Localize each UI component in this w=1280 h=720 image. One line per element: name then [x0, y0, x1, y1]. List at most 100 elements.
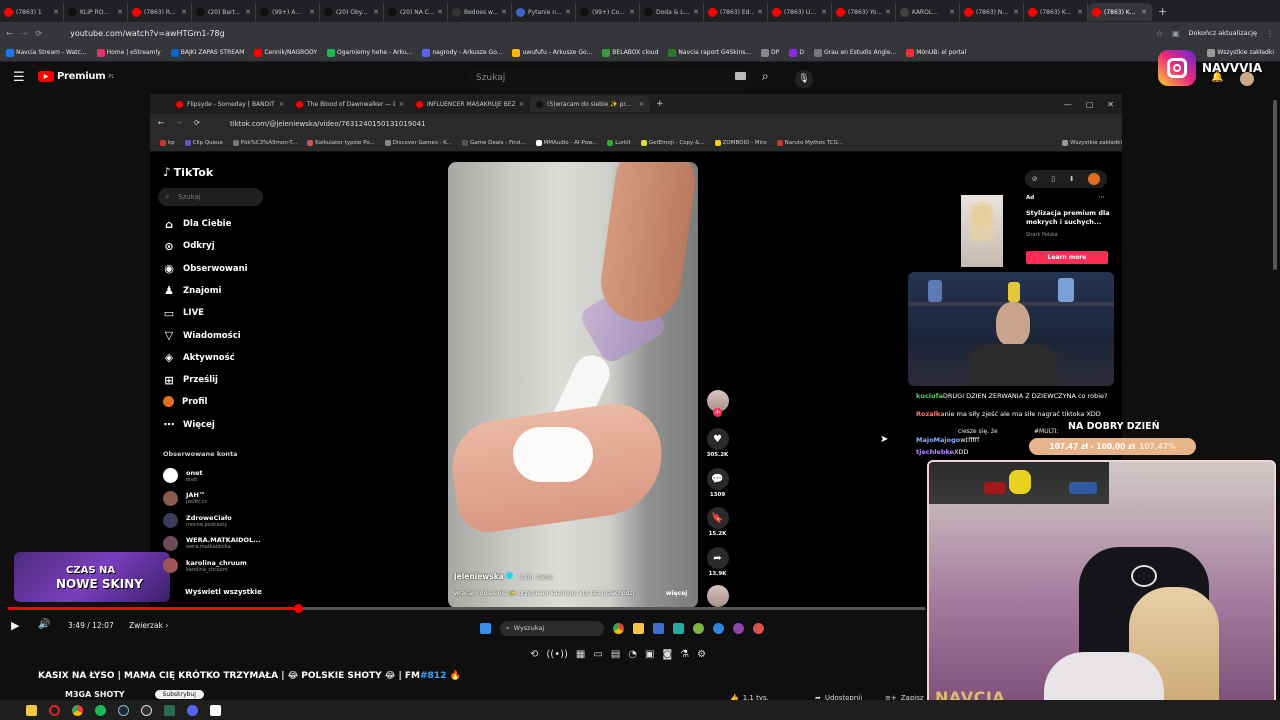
discord-icon[interactable] — [187, 704, 198, 716]
inner-bookmark-item[interactable]: Naruto Mythos TCG... — [776, 139, 843, 146]
reload-icon[interactable]: ⟳ — [35, 29, 42, 38]
close-window-icon[interactable]: ✕ — [1107, 100, 1114, 109]
app-icon[interactable] — [733, 622, 744, 634]
inner-browser-tab[interactable]: INFLUENCER MASAKRUJE BEZP ✕ — [410, 96, 530, 112]
channel-name[interactable]: M3GA SHOTY — [65, 690, 125, 699]
share-button[interactable]: ➦ 13.9K — [705, 547, 730, 577]
windows-start-icon[interactable] — [480, 622, 491, 634]
browser-tab[interactable]: (7863) 1 ✕ — [0, 3, 64, 21]
notifications-icon[interactable]: 🔔 — [1211, 72, 1223, 83]
browser-tab[interactable]: (20) NA C... ✕ — [384, 3, 448, 21]
close-tab-icon[interactable]: ✕ — [519, 101, 524, 108]
phone-icon[interactable]: ▯ — [1051, 175, 1055, 183]
play-icon[interactable]: ▶ — [11, 619, 19, 632]
menu-icon[interactable]: ⋮ — [1266, 29, 1274, 38]
bookmark-item[interactable]: Navcia Stream - Watc... — [6, 48, 87, 57]
star-icon[interactable]: ☆ — [1156, 29, 1163, 38]
volume-icon[interactable]: 🔊 — [38, 619, 50, 630]
spotify-icon[interactable] — [95, 704, 106, 716]
close-tab-icon[interactable]: ✕ — [629, 8, 635, 16]
tiktok-nav-item[interactable]: ▽ Wiadomości — [163, 329, 241, 342]
app-icon[interactable] — [164, 704, 175, 716]
close-tab-icon[interactable]: ✕ — [53, 8, 59, 16]
tiktok-search-input[interactable]: ⌕ Szukaj — [158, 188, 263, 206]
minimize-icon[interactable]: — — [1064, 100, 1072, 109]
broadcast-icon[interactable]: ((•)) — [546, 649, 568, 660]
bookmark-item[interactable]: Navcia raport G4Skins... — [668, 48, 751, 57]
chrome-icon[interactable] — [613, 622, 624, 634]
close-tab-icon[interactable]: ✕ — [565, 8, 571, 16]
inner-bookmark-item[interactable]: GetEmoji - Copy &... — [640, 139, 705, 146]
browser-tab[interactable]: (7863) K... ✕ — [1024, 3, 1088, 21]
inner-bookmark-item[interactable]: Kalkulator typów Po... — [307, 139, 375, 146]
opera-icon[interactable] — [49, 704, 60, 716]
close-tab-icon[interactable]: ✕ — [279, 101, 284, 108]
inner-bookmark-item[interactable]: kp — [160, 139, 175, 146]
close-tab-icon[interactable]: ✕ — [399, 101, 404, 108]
ad-learn-more-button[interactable]: Learn more — [1026, 251, 1108, 264]
gauge-icon[interactable]: ◔ — [628, 649, 637, 660]
tiktok-nav-item[interactable]: ♟ Znajomi — [163, 284, 221, 297]
app-icon[interactable] — [753, 622, 764, 634]
folder-icon[interactable] — [633, 622, 644, 634]
inner-reload-icon[interactable]: ⟳ — [194, 119, 200, 127]
search-icon[interactable]: ⌕ — [762, 69, 769, 84]
close-tab-icon[interactable]: ✕ — [821, 8, 827, 16]
capcut-icon[interactable] — [210, 704, 221, 716]
tiktok-nav-item[interactable]: ◈ Aktywność — [163, 351, 235, 364]
bookmark-item[interactable]: DP — [761, 48, 779, 57]
bookmark-item[interactable]: uwufufu - Arkusze Go... — [512, 48, 592, 57]
close-tab-icon[interactable]: ✕ — [757, 8, 763, 16]
inner-bookmark-item[interactable]: Wszystkie zakładki — [1062, 139, 1122, 146]
chrome-icon[interactable] — [72, 704, 83, 716]
browser-tab[interactable]: KAROL... ✕ — [896, 3, 960, 21]
hamburger-icon[interactable]: ☰ — [13, 70, 25, 85]
bookmark-item[interactable]: BAJKI ZAPAS STREAM — [170, 48, 244, 57]
like-button[interactable]: ♥ 305.2K — [705, 428, 730, 458]
youtube-search-input[interactable]: Szukaj — [468, 69, 753, 89]
browser-tab[interactable]: Bedoes w... ✕ — [448, 3, 512, 21]
browser-tab[interactable]: (7863) Yo... ✕ — [832, 3, 896, 21]
inner-bookmark-item[interactable]: Clip Queue — [184, 139, 223, 146]
flask-icon[interactable]: ⚗ — [680, 649, 689, 660]
keyboard-icon[interactable] — [735, 72, 746, 80]
close-tab-icon[interactable]: ✕ — [117, 8, 123, 16]
url-field[interactable]: youtube.com/watch?v=awHTGm1-78g — [70, 29, 225, 38]
bookmark-item[interactable]: Grau en Estudis Angle... — [813, 48, 896, 57]
film-icon[interactable]: ▦ — [576, 649, 585, 660]
tiktok-nav-item[interactable]: Profil — [163, 396, 207, 408]
browser-tab[interactable]: (7863) Ed... ✕ — [704, 3, 768, 21]
circle-icon[interactable]: ⊘ — [1032, 175, 1038, 183]
tiktok-nav-item[interactable]: ⋯ Więcej — [163, 418, 215, 431]
close-tab-icon[interactable]: ✕ — [309, 8, 315, 16]
app-icon[interactable] — [713, 622, 724, 634]
inner-bookmark-item[interactable]: ZOMBOID - Miro — [714, 139, 767, 146]
tiktok-video[interactable]: jeleniewska · 1 dn. temu wracam do siebi… — [448, 162, 698, 608]
followed-account[interactable]: onet onet — [163, 468, 203, 483]
bookmark-item[interactable]: D — [789, 48, 804, 57]
inner-browser-tab[interactable]: The Blood of Dawnwalker — D ✕ — [290, 96, 410, 112]
close-tab-icon[interactable]: ✕ — [1013, 8, 1019, 16]
followed-account[interactable]: WERA.MATKAIDOL... wera.matkaidolka — [163, 535, 261, 551]
followed-account[interactable]: karolina_chruum karolina_chruum — [163, 558, 247, 573]
browser-tab[interactable]: KLIP RO... ✕ — [64, 3, 128, 21]
follow-plus-icon[interactable]: + — [713, 408, 722, 417]
close-tab-icon[interactable]: ✕ — [373, 8, 379, 16]
more-link[interactable]: więcej — [666, 590, 687, 597]
close-tab-icon[interactable]: ✕ — [1141, 8, 1147, 16]
inner-bookmark-item[interactable]: Game Deals - Find... — [462, 139, 526, 146]
tiktok-nav-item[interactable]: ⌂ Dla Ciebie — [163, 218, 231, 231]
gear-icon[interactable]: ⚙ — [697, 649, 706, 660]
browser-tab[interactable]: (7863) R... ✕ — [128, 3, 192, 21]
bookmark-item[interactable]: MónUB: el portal — [906, 48, 966, 57]
browser-tab[interactable]: (7863) U... ✕ — [768, 3, 832, 21]
bookmark-item[interactable]: nagrody - Arkusze Go... — [422, 48, 502, 57]
browser-tab[interactable]: (7863) N... ✕ — [960, 3, 1024, 21]
update-button[interactable]: Dokończ aktualizację — [1189, 29, 1257, 37]
new-tab-icon[interactable]: + — [656, 99, 664, 109]
forward-icon[interactable]: → — [21, 29, 28, 38]
screen-icon[interactable]: ▭ — [593, 649, 602, 660]
close-tab-icon[interactable]: ✕ — [1077, 8, 1083, 16]
browser-tab[interactable]: (20) Bart... ✕ — [192, 3, 256, 21]
see-all-link[interactable]: Wyświetl wszystkie — [185, 588, 262, 596]
